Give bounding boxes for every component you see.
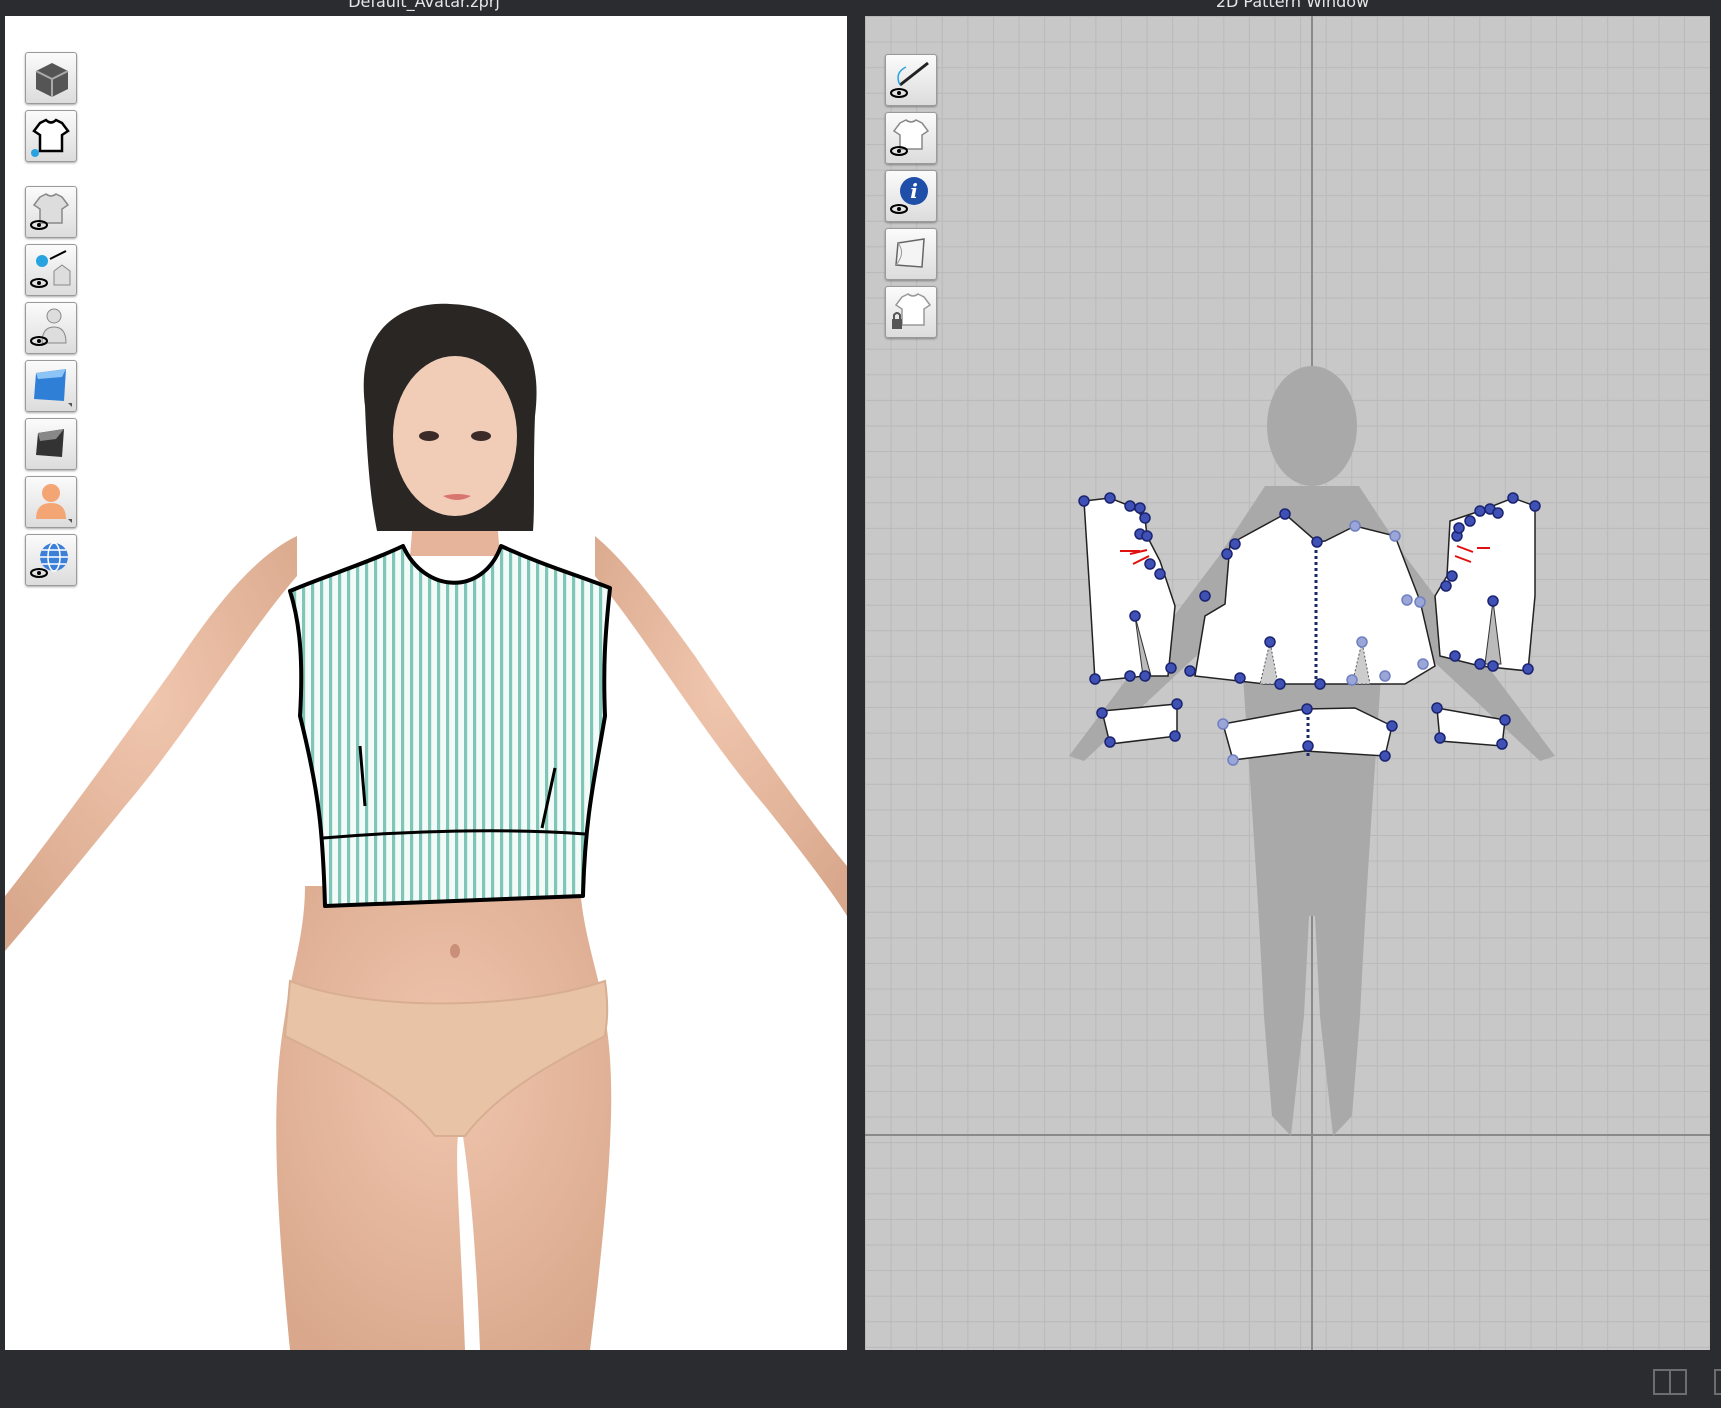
world-display-button[interactable]	[25, 534, 77, 586]
texture-display-icon	[34, 369, 72, 407]
pattern-canvas[interactable]	[865, 16, 1710, 1350]
show-garment-button[interactable]	[25, 186, 77, 238]
world-globe-icon	[30, 542, 68, 578]
avatar-skin-icon	[36, 484, 72, 523]
garment-info-button[interactable]	[25, 110, 77, 162]
garment-info-shirt-icon	[31, 118, 70, 157]
split-view-icon[interactable]	[1653, 1369, 1687, 1395]
fabric-texture-button[interactable]	[885, 228, 937, 280]
lock-pattern-icon	[892, 293, 932, 329]
show-avatar-icon	[30, 308, 67, 346]
show-trims-button[interactable]	[25, 244, 77, 296]
right-arm	[595, 536, 847, 916]
avatar-scene[interactable]	[5, 16, 847, 1350]
pattern-piece-front-left[interactable]	[1083, 497, 1176, 682]
3d-viewport[interactable]	[5, 16, 847, 1350]
avatar-face	[393, 356, 517, 516]
lock-pattern-button[interactable]	[885, 286, 937, 338]
panel-edge-icon[interactable]	[1714, 1369, 1721, 1395]
3d-window-title-bar: Default_Avatar.zprj	[0, 0, 848, 14]
show-sewing-button[interactable]	[885, 54, 937, 106]
left-arm	[5, 536, 297, 951]
show-info-button[interactable]: i	[885, 170, 937, 222]
left-eye	[419, 431, 439, 441]
crop-top-garment[interactable]	[288, 544, 612, 908]
2d-pattern-viewport[interactable]: i	[865, 16, 1710, 1350]
show-pattern-button[interactable]	[885, 112, 937, 164]
3d-garment-button[interactable]	[25, 52, 77, 104]
show-info-icon: i	[890, 177, 928, 214]
right-eye	[471, 431, 491, 441]
avatar-skin-button[interactable]	[25, 476, 77, 528]
show-garment-icon	[30, 193, 70, 230]
show-pattern-shirt-icon	[890, 119, 930, 156]
show-avatar-button[interactable]	[25, 302, 77, 354]
3d-window-title: Default_Avatar.zprj	[348, 0, 500, 11]
2d-window-title-bar: 2D Pattern Window	[864, 0, 1721, 14]
texture-display-button[interactable]	[25, 360, 77, 412]
fabric-render-icon	[36, 429, 64, 457]
svg-text:i: i	[910, 179, 918, 203]
3d-garment-cube-icon	[35, 63, 69, 97]
bottom-status-bar	[0, 1350, 1721, 1408]
2d-window-title: 2D Pattern Window	[1215, 0, 1370, 11]
show-needle-sewing-icon	[890, 61, 929, 98]
navel	[450, 944, 460, 958]
show-trims-icon	[30, 250, 71, 288]
fabric-texture-icon	[895, 238, 925, 268]
fabric-render-button[interactable]	[25, 418, 77, 470]
